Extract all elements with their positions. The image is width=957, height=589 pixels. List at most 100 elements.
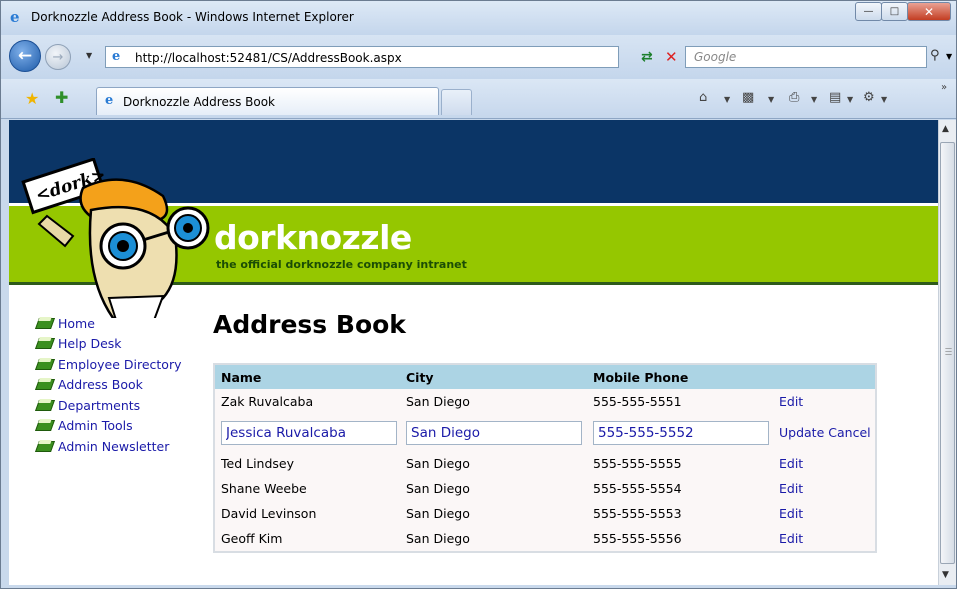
tools-gear-icon[interactable]: ⚙ [863,90,875,105]
cell-phone: 555-555-5554 [587,476,773,501]
address-bar[interactable]: e http://localhost:52481/CS/AddressBook.… [105,46,712,68]
sidebar-item-home[interactable]: Home [36,313,182,334]
print-icon[interactable]: ⎙ [789,90,799,105]
vertical-scrollbar[interactable]: ▲ — — — ▼ [938,120,956,585]
cell-city: San Diego [400,451,587,476]
cell-name [215,414,400,451]
cell-name: Zak Ruvalcaba [215,389,400,414]
feeds-icon[interactable]: ▩ [742,90,754,105]
site-brand: dorknozzle [214,218,412,257]
cell-name: Geoff Kim [215,526,400,551]
book-icon [36,378,54,391]
city-edit-input[interactable] [406,420,582,445]
edit-link[interactable]: Edit [779,506,803,521]
edit-link[interactable]: Edit [779,456,803,471]
tab-label: Dorknozzle Address Book [123,95,276,109]
search-options-dropdown-icon[interactable]: ▼ [946,52,952,61]
home-icon[interactable]: ⌂ [699,90,707,105]
web-page: dorknozzle the official dorknozzle compa… [9,120,938,585]
scroll-down-arrow-icon[interactable]: ▼ [942,570,949,580]
edit-link[interactable]: Edit [779,531,803,546]
sidebar-item-employee-directory[interactable]: Employee Directory [36,354,182,375]
browser-window: e Dorknozzle Address Book - Windows Inte… [0,0,957,589]
feeds-dropdown-icon[interactable]: ▼ [768,95,774,104]
cell-city: San Diego [400,476,587,501]
book-icon [36,358,54,371]
column-header-city: City [400,365,587,389]
home-dropdown-icon[interactable]: ▼ [724,95,730,104]
cell-city [400,414,587,451]
scroll-thumb[interactable]: — — — [940,142,955,564]
table-row: Ted Lindsey San Diego 555-555-5555 Edit [215,451,875,476]
grid-header-row: Name City Mobile Phone [215,365,875,389]
edit-link[interactable]: Edit [779,481,803,496]
favorites-star-icon[interactable]: ★ [25,89,39,108]
phone-edit-input[interactable] [593,420,769,445]
sidebar-item-label[interactable]: Home [58,316,95,331]
add-favorites-icon[interactable]: ✚ [55,88,68,107]
address-url[interactable]: http://localhost:52481/CS/AddressBook.as… [135,51,402,65]
cell-actions: Edit [773,476,875,501]
search-input[interactable]: Google [685,46,927,68]
scroll-up-arrow-icon[interactable]: ▲ [942,124,949,134]
forward-button[interactable]: → [45,44,71,70]
close-button[interactable]: ✕ [907,2,951,21]
cell-actions: Update Cancel [773,414,875,451]
edit-link[interactable]: Edit [779,394,803,409]
search-placeholder: Google [694,50,737,64]
sidebar-item-label[interactable]: Admin Tools [58,418,133,433]
cell-name: Shane Weebe [215,476,400,501]
back-button[interactable]: ← [9,40,41,72]
book-icon [36,399,54,412]
cell-actions: Edit [773,526,875,551]
sidebar-item-address-book[interactable]: Address Book [36,375,182,396]
tools-dropdown-icon[interactable]: ▼ [881,95,887,104]
column-header-mobile-phone: Mobile Phone [587,365,773,389]
sidebar-item-label[interactable]: Admin Newsletter [58,439,169,454]
column-header-name: Name [215,365,400,389]
title-bar: e Dorknozzle Address Book - Windows Inte… [1,1,956,35]
cancel-link[interactable]: Cancel [828,425,870,440]
window-controls: — □ ✕ [855,2,951,21]
print-dropdown-icon[interactable]: ▼ [811,95,817,104]
sidebar-item-admin-tools[interactable]: Admin Tools [36,416,182,437]
update-link[interactable]: Update [779,425,824,440]
sidebar-item-label[interactable]: Employee Directory [58,357,182,372]
toolbar-overflow-icon[interactable]: » [941,82,947,93]
minimize-button[interactable]: — [855,2,882,21]
stop-icon[interactable]: ✕ [665,48,678,66]
table-row: Zak Ruvalcaba San Diego 555-555-5551 Edi… [215,389,875,414]
sidebar-item-label[interactable]: Address Book [58,377,143,392]
sidebar-item-departments[interactable]: Departments [36,395,182,416]
cell-phone: 555-555-5556 [587,526,773,551]
cell-name: David Levinson [215,501,400,526]
window-title: Dorknozzle Address Book - Windows Intern… [31,10,354,24]
name-edit-input[interactable] [221,420,397,445]
refresh-icon[interactable]: ⇄ [641,49,653,65]
cell-phone: 555-555-5553 [587,501,773,526]
scroll-grip-icon: — — — [945,344,952,358]
recent-pages-dropdown-icon[interactable]: ▼ [86,51,92,60]
sidebar-item-label[interactable]: Help Desk [58,336,122,351]
ie-logo-icon: e [10,8,20,26]
book-icon [36,337,54,350]
sidebar-item-label[interactable]: Departments [58,398,140,413]
sidebar-item-help-desk[interactable]: Help Desk [36,334,182,355]
page-menu-icon[interactable]: ▤ [829,90,841,105]
maximize-button[interactable]: □ [881,2,908,21]
tab-address-book[interactable]: e Dorknozzle Address Book [96,87,439,115]
sidebar-nav: Home Help Desk Employee Directory Addres… [36,313,182,457]
page-dropdown-icon[interactable]: ▼ [847,95,853,104]
page-icon: e [112,49,121,64]
new-tab-button[interactable] [441,89,472,115]
table-row: Geoff Kim San Diego 555-555-5556 Edit [215,526,875,551]
page-title: Address Book [213,310,406,339]
search-icon[interactable]: ⚲ [930,48,940,63]
sidebar-item-admin-newsletter[interactable]: Admin Newsletter [36,436,182,457]
cell-city: San Diego [400,501,587,526]
dork-mascot-logo: <dork> [21,158,210,318]
table-row: David Levinson San Diego 555-555-5553 Ed… [215,501,875,526]
table-row: Shane Weebe San Diego 555-555-5554 Edit [215,476,875,501]
cell-phone: 555-555-5551 [587,389,773,414]
book-icon [36,419,54,432]
